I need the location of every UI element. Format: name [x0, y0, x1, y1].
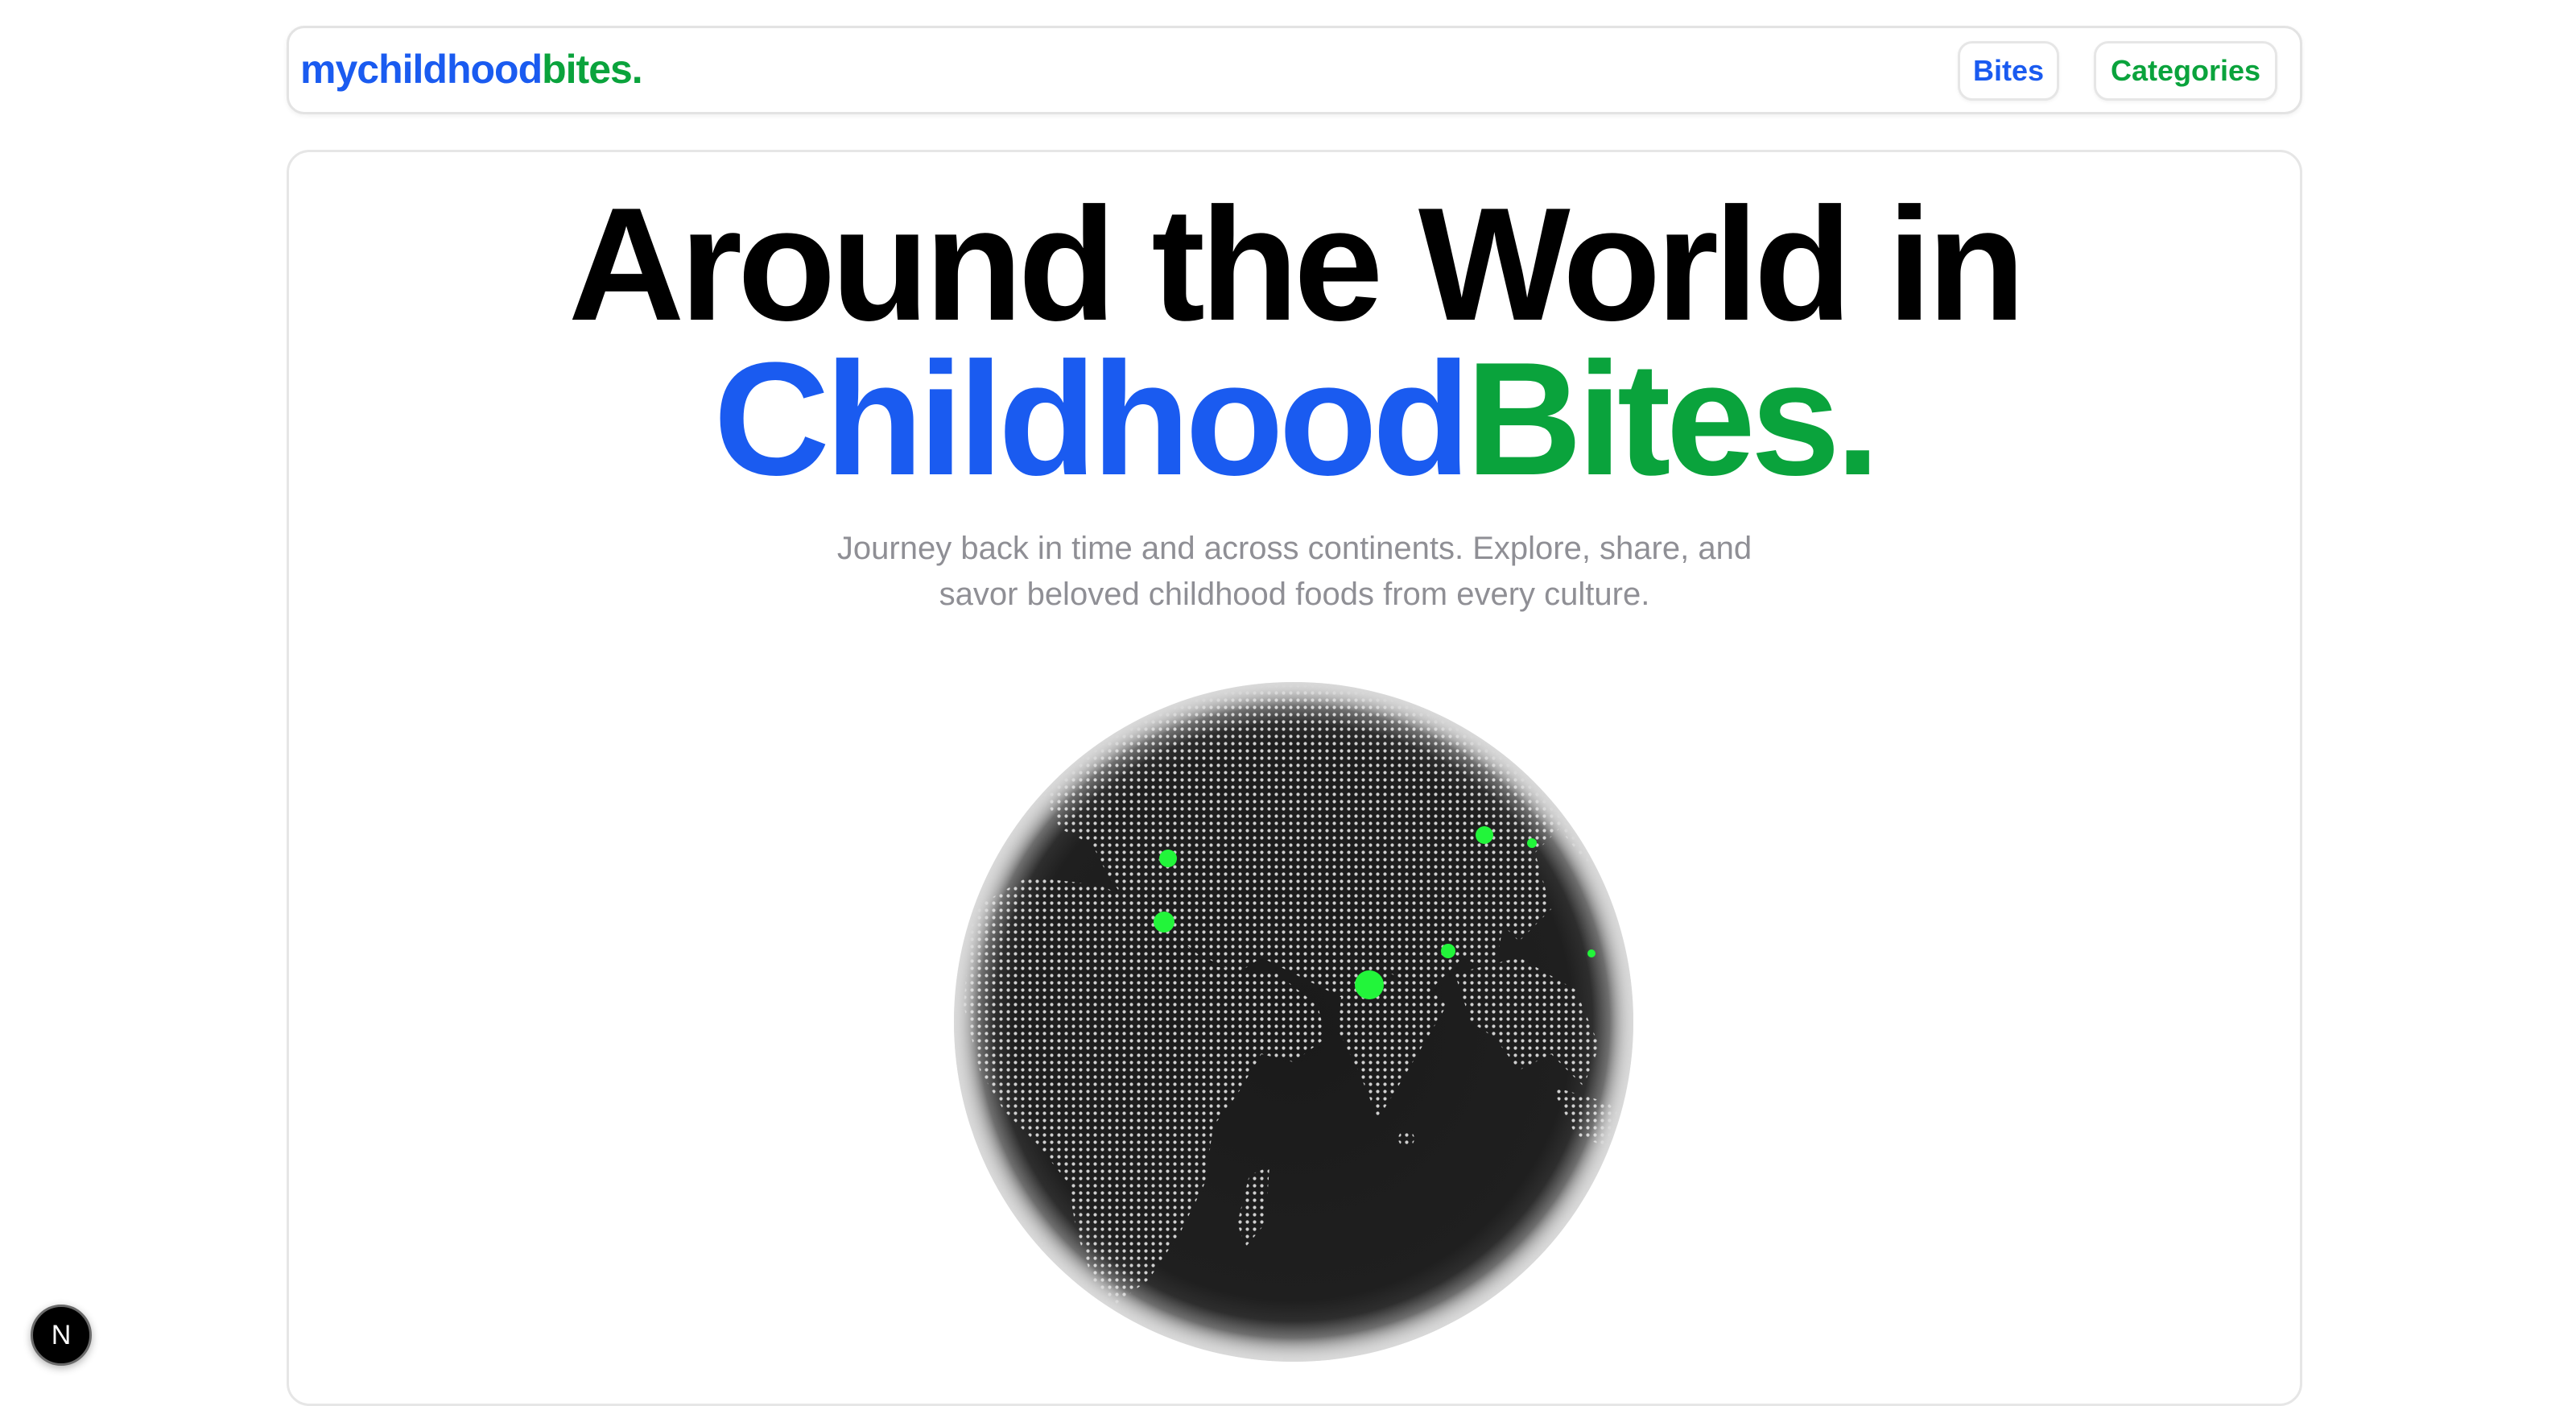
navbar: mychildhoodbites. Bites Categories [287, 26, 2302, 114]
globe-icon[interactable] [939, 668, 1648, 1376]
hero-subtitle-line1: Journey back in time and across continen… [836, 531, 1752, 566]
globe-marker[interactable] [1159, 850, 1177, 867]
hero-headline-line1: Around the World in [568, 175, 2025, 354]
globe-marker[interactable] [1587, 949, 1596, 957]
globe-marker[interactable] [1154, 912, 1174, 933]
logo-part-green: bites. [542, 47, 643, 92]
globe-marker[interactable] [1355, 970, 1384, 999]
hero-subtitle-line2: savor beloved childhood foods from every… [939, 577, 1650, 612]
globe-rim [954, 682, 1633, 1362]
hero-subtitle: Journey back in time and across continen… [289, 526, 2300, 618]
globe-marker[interactable] [1476, 826, 1493, 844]
headline-bites: Bites. [1465, 329, 1880, 509]
globe-marker[interactable] [1441, 944, 1455, 958]
nav-categories-button[interactable]: Categories [2094, 41, 2277, 101]
globe[interactable] [939, 668, 1648, 1376]
nav-bites-button[interactable]: Bites [1958, 41, 2059, 101]
next-dev-badge[interactable]: N [31, 1305, 92, 1366]
site-logo[interactable]: mychildhoodbites. [300, 46, 643, 93]
globe-marker[interactable] [1527, 838, 1537, 848]
hero-card: Around the World in ChildhoodBites. Jour… [287, 150, 2302, 1406]
hero-headline-line2: ChildhoodBites. [289, 339, 2300, 500]
headline-childhood: Childhood [713, 329, 1471, 509]
logo-part-blue: mychildhood [300, 47, 543, 92]
